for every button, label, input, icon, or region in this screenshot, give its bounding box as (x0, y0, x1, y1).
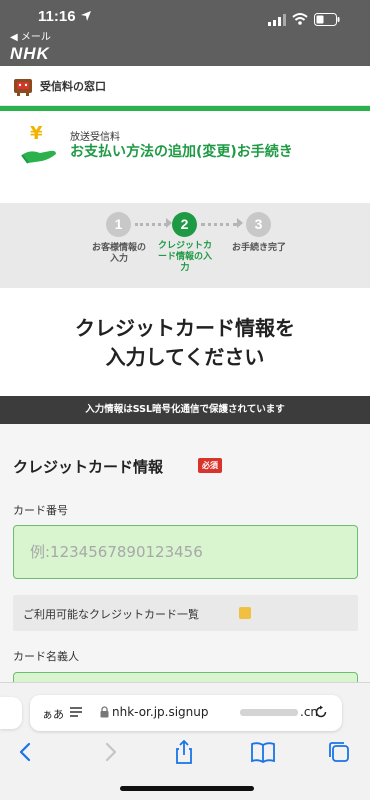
expand-icon (239, 607, 251, 619)
required-badge: 必須 (198, 458, 222, 473)
back-to-mail-link[interactable]: ◀ メール (10, 28, 51, 43)
step-2-circle: 2 (172, 212, 197, 237)
section-title: クレジットカード情報 (13, 458, 164, 476)
card-holder-label: カード名義人 (13, 650, 79, 663)
back-icon[interactable] (12, 739, 40, 765)
step-1-circle: 1 (106, 212, 131, 237)
service-header: ¥ 放送受信料 お支払い方法の追加(変更)お手続き (0, 111, 370, 203)
tabs-icon[interactable] (326, 739, 354, 765)
step-2-label: クレジットカード情報の入力 (157, 241, 212, 273)
step-3-circle: 3 (246, 212, 271, 237)
status-time: 11:16 (38, 8, 76, 25)
url-prefix: nhk-or.jp.signup (112, 705, 209, 719)
step-1-label: お客様情報の入力 (91, 243, 146, 264)
page-title-line-2: 入力してください (105, 345, 265, 369)
service-category: 放送受信料 (70, 132, 120, 143)
card-number-input[interactable] (13, 525, 358, 579)
step-3-label: お手続き完了 (231, 243, 286, 253)
page-title: クレジットカード情報を 入力してください (0, 314, 370, 372)
service-title: お支払い方法の追加(変更)お手続き (70, 144, 293, 160)
step-arrow-icon (237, 218, 243, 228)
step-connector (201, 223, 237, 226)
reload-icon[interactable] (314, 705, 328, 719)
battery-icon (314, 13, 340, 26)
yen-hand-icon: ¥ (21, 123, 56, 164)
location-arrow-icon (81, 11, 91, 21)
cellular-signal-icon (268, 14, 286, 26)
lock-icon (100, 706, 109, 718)
page-settings-button[interactable]: ぁあ (42, 706, 64, 722)
tv-mascot-icon (14, 79, 32, 96)
bookmarks-icon[interactable] (249, 739, 277, 765)
reader-icon (70, 707, 82, 717)
url-redacted (240, 709, 298, 716)
ssl-notice: 入力情報はSSL暗号化通信で保護されています (0, 396, 370, 424)
jushin-header: 受信料の窓口 (0, 66, 370, 106)
share-icon[interactable] (170, 739, 198, 765)
page-title-line-1: クレジットカード情報を (75, 316, 295, 340)
jushin-title: 受信料の窓口 (40, 80, 106, 93)
step-connector (135, 223, 167, 226)
wifi-icon (292, 13, 308, 25)
status-bar: 11:16 ◀ メール (0, 0, 370, 44)
previous-tab-peek[interactable] (0, 697, 22, 729)
progress-stepper: 1 2 3 お客様情報の入力 クレジットカード情報の入力 お手続き完了 (0, 203, 370, 288)
nhk-logo[interactable]: NHK (10, 44, 50, 64)
credit-card-form: クレジットカード情報 必須 カード番号 ご利用可能なクレジットカード一覧 カード… (0, 424, 370, 712)
available-cards-toggle[interactable]: ご利用可能なクレジットカード一覧 (13, 595, 358, 631)
home-indicator (120, 786, 254, 791)
forward-icon[interactable] (96, 739, 124, 765)
address-bar[interactable]: ぁあ nhk-or.jp.signup .cn (30, 695, 342, 731)
card-number-label: カード番号 (13, 504, 68, 517)
svg-text:¥: ¥ (30, 123, 43, 144)
available-cards-label: ご利用可能なクレジットカード一覧 (23, 608, 199, 621)
